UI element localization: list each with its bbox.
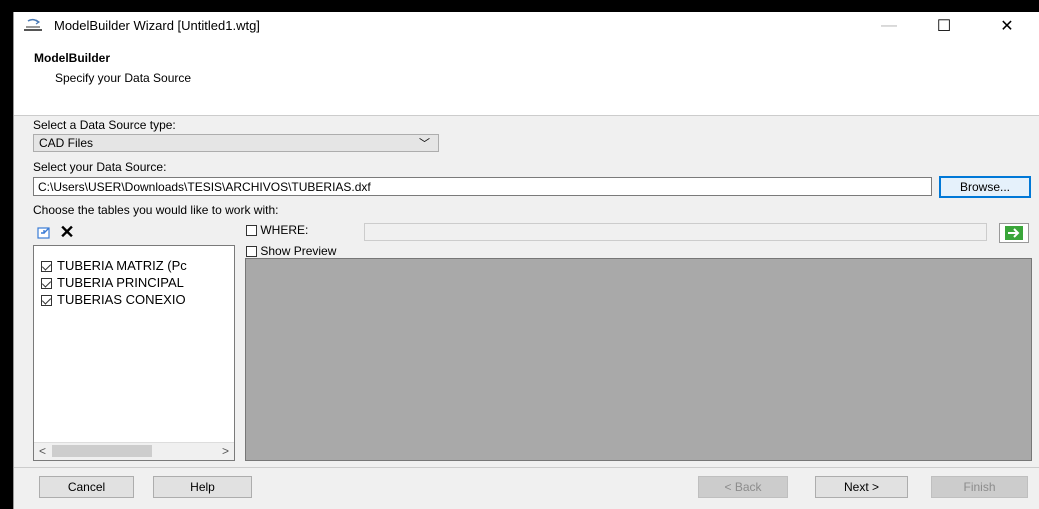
- scrollbar-thumb[interactable]: [52, 445, 152, 457]
- list-item-label: TUBERIAS CONEXIO: [57, 292, 186, 307]
- select-all-icon-glyph: [37, 227, 50, 239]
- where-checkbox-row[interactable]: WHERE:: [246, 223, 308, 237]
- browse-button[interactable]: Browse...: [939, 176, 1031, 198]
- modelbuilder-wizard-window: ModelBuilder Wizard [Untitled1.wtg] — ☐ …: [13, 12, 1039, 509]
- where-checkbox[interactable]: [246, 225, 257, 237]
- show-preview-row[interactable]: Show Preview: [246, 244, 336, 258]
- source-type-label: Select a Data Source type:: [33, 118, 176, 132]
- scroll-left-icon[interactable]: <: [39, 444, 46, 458]
- header-subtitle: Specify your Data Source: [55, 71, 192, 85]
- window-title: ModelBuilder Wizard [Untitled1.wtg]: [54, 18, 260, 33]
- data-source-path-field[interactable]: C:\Users\USER\Downloads\TESIS\ARCHIVOS\T…: [33, 177, 932, 196]
- list-item[interactable]: TUBERIA MATRIZ (Pc: [41, 258, 187, 273]
- list-item-label: TUBERIA MATRIZ (Pc: [57, 258, 187, 273]
- list-item[interactable]: TUBERIA PRINCIPAL: [41, 275, 184, 290]
- close-icon[interactable]: ✕: [984, 12, 1030, 40]
- preview-pane: [245, 258, 1032, 461]
- wizard-header: ModelBuilder Specify your Data Source: [14, 40, 1039, 116]
- title-bar: ModelBuilder Wizard [Untitled1.wtg] — ☐ …: [14, 12, 1039, 40]
- table-checkbox[interactable]: [41, 278, 52, 290]
- list-item-label: TUBERIA PRINCIPAL: [57, 275, 184, 290]
- minimize-icon[interactable]: —: [866, 12, 912, 40]
- help-button[interactable]: Help: [153, 476, 252, 498]
- footer-divider: [14, 467, 1039, 468]
- finish-button[interactable]: Finish: [931, 476, 1028, 498]
- where-label: WHERE:: [260, 223, 309, 237]
- tables-label: Choose the tables you would like to work…: [33, 203, 279, 217]
- chevron-down-icon: ﹀: [419, 138, 430, 150]
- list-item[interactable]: TUBERIAS CONEXIO: [41, 292, 186, 307]
- select-all-icon[interactable]: [36, 225, 54, 241]
- table-checkbox[interactable]: [41, 295, 52, 307]
- scroll-right-icon[interactable]: >: [222, 444, 229, 458]
- horizontal-scrollbar[interactable]: < >: [34, 442, 234, 460]
- where-clause-input[interactable]: [364, 223, 987, 241]
- apply-filter-button[interactable]: [999, 223, 1029, 243]
- maximize-icon[interactable]: ☐: [921, 12, 967, 40]
- header-title: ModelBuilder: [34, 51, 111, 65]
- show-preview-checkbox[interactable]: [246, 246, 257, 258]
- clear-selection-icon[interactable]: ✕: [58, 222, 76, 242]
- next-button[interactable]: Next >: [815, 476, 908, 498]
- tables-list[interactable]: TUBERIA MATRIZ (Pc TUBERIA PRINCIPAL TUB…: [33, 245, 235, 461]
- back-button[interactable]: < Back: [698, 476, 788, 498]
- show-preview-label: Show Preview: [260, 244, 337, 258]
- arrow-right-icon: [1005, 226, 1023, 240]
- cancel-button[interactable]: Cancel: [39, 476, 134, 498]
- table-checkbox[interactable]: [41, 261, 52, 273]
- modelbuilder-app-icon: [24, 18, 42, 31]
- data-source-label: Select your Data Source:: [33, 160, 167, 174]
- source-type-value: CAD Files: [39, 136, 94, 150]
- source-type-dropdown[interactable]: CAD Files ﹀: [33, 134, 439, 152]
